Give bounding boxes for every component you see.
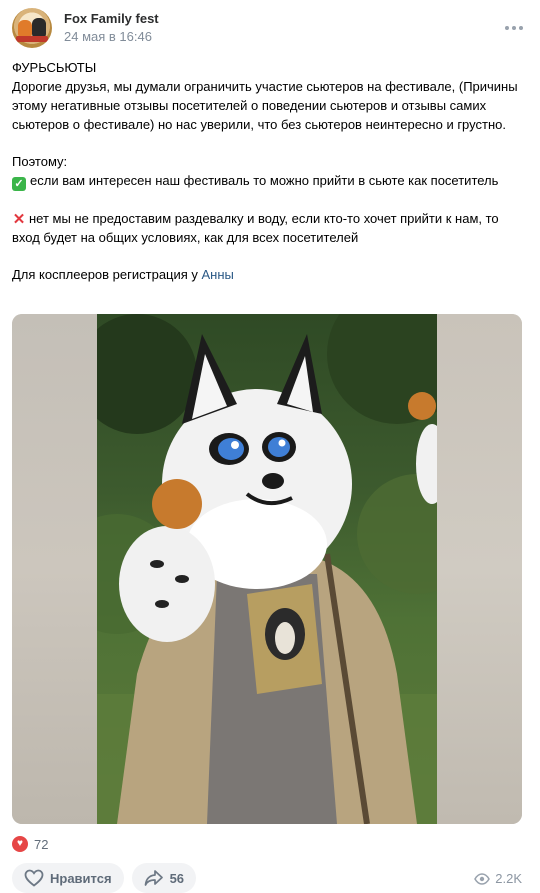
share-count: 56 — [169, 870, 185, 886]
post-title: ФУРЬСЬЮТЫ — [12, 60, 97, 75]
cosplay-prefix: Для косплееров регистрация у — [12, 267, 202, 282]
like-button[interactable]: Нравится — [12, 863, 124, 893]
post-date[interactable]: 24 мая в 16:46 — [64, 29, 152, 44]
views-counter: 2.2K — [474, 871, 522, 886]
post-actions: Нравится 56 — [12, 863, 197, 893]
cosplay-mention-link[interactable]: Анны — [202, 267, 234, 282]
reactions-count: 72 — [34, 836, 49, 852]
post-photo[interactable] — [12, 314, 522, 824]
heart-icon: ♥ — [12, 836, 28, 852]
post-paragraph-1: Дорогие друзья, мы думали ограничить уча… — [12, 79, 518, 132]
more-icon[interactable] — [502, 18, 526, 38]
wall-post: Fox Family fest 24 мая в 16:46 ФУРЬСЬЮТЫ… — [0, 0, 540, 893]
post-author[interactable]: Fox Family fest — [64, 11, 159, 26]
check-emoji-icon: ✓ — [12, 177, 26, 191]
yes-line-text: если вам интересен наш фестиваль то можн… — [30, 173, 499, 188]
post-no-line: ✕ нет мы не предоставим раздевалку и воду… — [12, 209, 528, 247]
photo-blur-right — [436, 314, 522, 824]
like-label: Нравится — [50, 870, 112, 886]
avatar-fox-dark — [32, 18, 46, 38]
views-count: 2.2K — [495, 871, 522, 886]
fursuit-illustration — [97, 314, 437, 824]
eye-icon — [474, 872, 491, 885]
post-header: Fox Family fest 24 мая в 16:46 — [12, 8, 528, 52]
avatar-ribbon — [16, 36, 48, 42]
post-therefore: Поэтому: — [12, 154, 68, 169]
reactions-summary[interactable]: ♥ 72 — [12, 836, 48, 852]
fursuit-photo — [97, 314, 437, 824]
share-button[interactable]: 56 — [131, 863, 197, 893]
no-line-text: нет мы не предоставим раздевалку и воду,… — [12, 211, 499, 245]
share-icon — [144, 870, 163, 886]
post-cosplay-line: Для косплееров регистрация у Анны — [12, 265, 528, 284]
post-text: ФУРЬСЬЮТЫ Дорогие друзья, мы думали огра… — [12, 58, 528, 284]
community-avatar[interactable] — [12, 8, 52, 48]
post-yes-line: ✓ если вам интересен наш фестиваль то мож… — [12, 171, 528, 191]
photo-blur-left — [12, 314, 98, 824]
cross-emoji-icon: ✕ — [12, 211, 26, 228]
heart-outline-icon — [24, 869, 44, 887]
